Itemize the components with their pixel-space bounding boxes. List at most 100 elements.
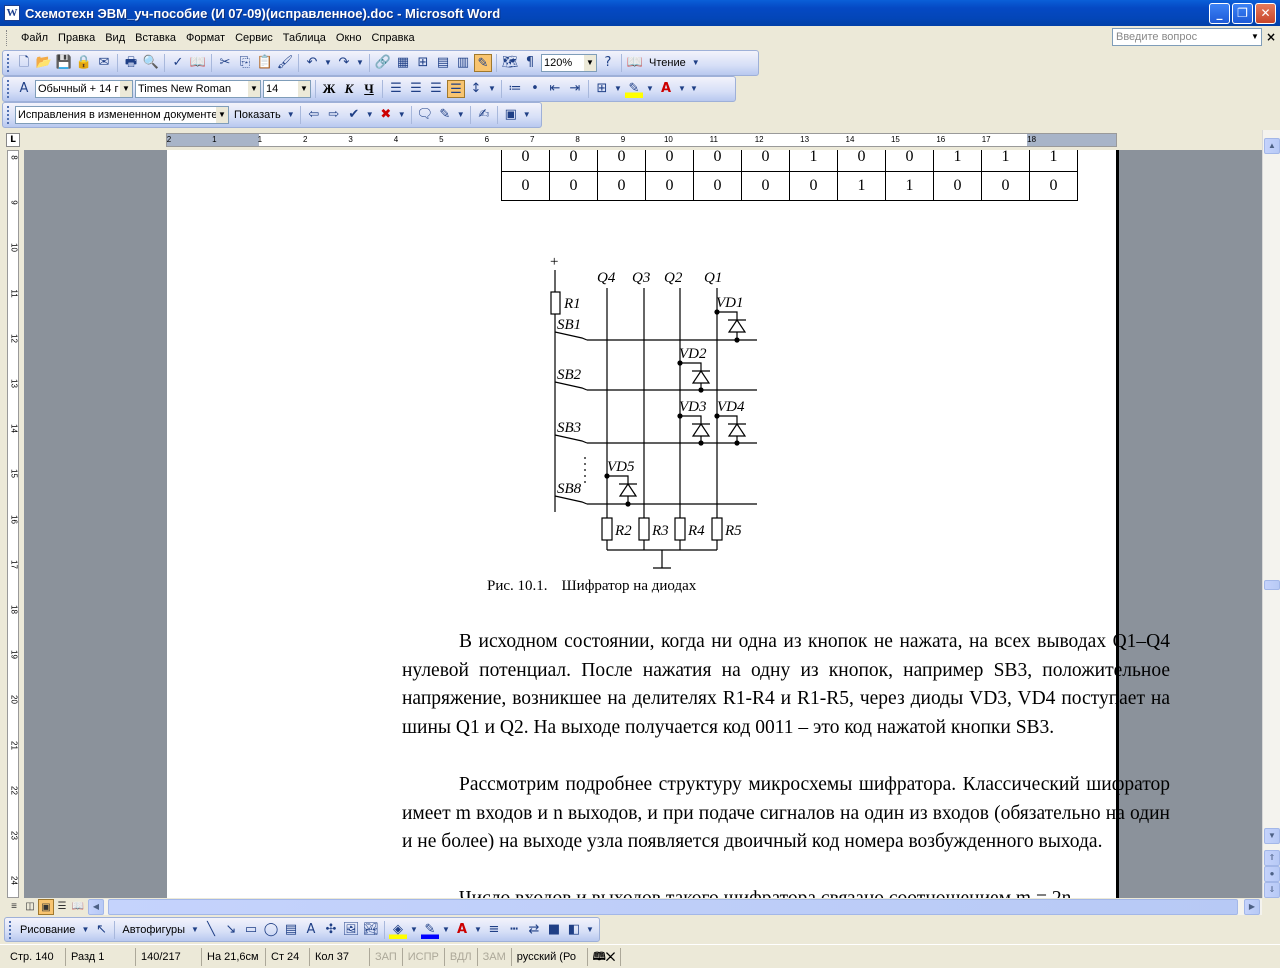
font-size-combo[interactable]: 14 ▼ [263, 80, 311, 98]
new-document-icon[interactable]: 🗋 [15, 54, 33, 72]
rectangle-icon[interactable]: ▭ [242, 921, 260, 939]
font-combo[interactable]: Times New Roman ▼ [135, 80, 261, 98]
tables-borders-icon[interactable]: ▦ [394, 54, 412, 72]
previous-page-button[interactable]: ⇑ [1264, 850, 1280, 866]
justify-icon[interactable]: ☰ [447, 80, 465, 98]
chevron-down-icon[interactable]: ▼ [584, 55, 596, 71]
toolbar-options-icon[interactable]: ▼ [522, 105, 532, 125]
permission-icon[interactable]: 🔒 [75, 54, 93, 72]
line-spacing-icon[interactable]: ↕ [467, 80, 485, 98]
borders-dropdown-icon[interactable]: ▼ [613, 79, 623, 99]
horizontal-ruler[interactable]: 2 1 1 2 3 4 5 6 7 8 9 10 11 12 13 14 15 16 17 18 [166, 133, 1117, 147]
print-layout-icon[interactable]: ▣ [38, 899, 54, 915]
zoom-combo[interactable]: 120% ▼ [541, 54, 597, 72]
chevron-down-icon[interactable]: ▼ [216, 107, 228, 123]
toolbar-grip[interactable] [9, 920, 12, 939]
line-color-icon[interactable]: ✎ [421, 920, 439, 939]
scroll-up-button[interactable]: ▲ [1264, 138, 1280, 154]
scroll-left-button[interactable]: ◀ [88, 899, 104, 915]
normal-view-icon[interactable]: ≡ [6, 899, 22, 915]
line-spacing-dropdown-icon[interactable]: ▼ [487, 79, 497, 99]
minimize-button[interactable]: _ [1209, 2, 1230, 24]
toolbar-options-icon[interactable]: ▼ [691, 53, 701, 73]
highlight-review-dropdown-icon[interactable]: ▼ [456, 105, 466, 125]
columns-icon[interactable]: ▥ [454, 54, 472, 72]
email-icon[interactable]: ✉ [95, 54, 113, 72]
align-center-icon[interactable]: ☰ [407, 80, 425, 98]
dash-style-icon[interactable]: ┅ [505, 921, 523, 939]
text-box-icon[interactable]: ▤ [282, 921, 300, 939]
spelling-status-icon[interactable]: 🕮✕ [588, 947, 622, 966]
display-for-review-combo[interactable]: Исправления в измененном документе ▼ [15, 106, 229, 124]
vertical-ruler[interactable]: 8 9 10 11 12 13 14 15 16 17 18 19 20 21 22 23 24 [0, 150, 24, 898]
hyperlink-icon[interactable]: 🔗 [374, 54, 392, 72]
autoshapes-button[interactable]: Автофигуры [119, 924, 188, 936]
outline-view-icon[interactable]: ☰ [54, 899, 70, 915]
status-language[interactable]: русский (Ро [512, 947, 588, 966]
status-track-changes[interactable]: ИСПР [403, 947, 445, 966]
font-color-dropdown-icon[interactable]: ▼ [677, 79, 687, 99]
diagram-icon[interactable]: ✣ [322, 921, 340, 939]
select-objects-icon[interactable]: ↖ [92, 921, 110, 939]
format-painter-icon[interactable]: 🖌 [276, 54, 294, 72]
status-record-macro[interactable]: ЗАП [370, 947, 403, 966]
undo-icon[interactable]: ↶ [303, 54, 321, 72]
chevron-down-icon[interactable]: ▼ [248, 81, 260, 97]
close-button[interactable]: ✕ [1255, 2, 1276, 24]
chevron-down-icon[interactable]: ▼ [298, 81, 310, 97]
autoshapes-dropdown-icon[interactable]: ▼ [190, 920, 200, 940]
show-menu-button[interactable]: Показать [231, 109, 284, 121]
line-icon[interactable]: ╲ [202, 921, 220, 939]
horizontal-scrollbar[interactable]: ◀ ▶ [88, 899, 1262, 915]
decrease-indent-icon[interactable]: ⇤ [546, 80, 564, 98]
fill-color-icon[interactable]: ◈ [389, 920, 407, 939]
menu-window[interactable]: Окно [331, 28, 367, 48]
scroll-down-button[interactable]: ▼ [1264, 828, 1280, 844]
ask-question-input[interactable]: Введите вопрос ▼ [1112, 28, 1262, 46]
show-formatting-icon[interactable]: ¶ [521, 54, 539, 72]
line-color-dropdown-icon[interactable]: ▼ [441, 920, 451, 940]
vertical-scroll-thumb[interactable] [1264, 580, 1280, 590]
copy-icon[interactable]: ⎘ [236, 54, 254, 72]
undo-dropdown-icon[interactable]: ▼ [323, 53, 333, 73]
cut-icon[interactable]: ✂ [216, 54, 234, 72]
oval-icon[interactable]: ◯ [262, 921, 280, 939]
borders-icon[interactable]: ⊞ [593, 80, 611, 98]
numbering-icon[interactable]: ≔ [506, 80, 524, 98]
paste-icon[interactable]: 📋 [256, 54, 274, 72]
insert-excel-icon[interactable]: ▤ [434, 54, 452, 72]
show-dropdown-icon[interactable]: ▼ [286, 105, 296, 125]
3d-style-icon[interactable]: ◧ [565, 921, 583, 939]
spelling-icon[interactable]: ✓ [169, 54, 187, 72]
bullets-icon[interactable]: • [526, 80, 544, 98]
next-change-icon[interactable]: ⇨ [325, 106, 343, 124]
redo-dropdown-icon[interactable]: ▼ [355, 53, 365, 73]
read-icon[interactable]: 📖 [626, 54, 644, 72]
tab-selector-button[interactable]: L [6, 133, 20, 147]
menubar-grip[interactable] [6, 30, 10, 46]
highlight-review-icon[interactable]: ✎ [436, 106, 454, 124]
font-color-icon[interactable]: A [657, 80, 675, 98]
menu-table[interactable]: Таблица [278, 28, 331, 48]
document-page[interactable]: 000000100111000000011000 + R1 Q4 Q3 Q2 Q… [167, 150, 1170, 898]
highlight-icon[interactable]: ✎ [625, 80, 643, 98]
word-app-icon[interactable]: W [4, 5, 20, 21]
styles-formatting-icon[interactable]: A [15, 80, 33, 98]
previous-change-icon[interactable]: ⇦ [305, 106, 323, 124]
menu-view[interactable]: Вид [100, 28, 130, 48]
highlight-dropdown-icon[interactable]: ▼ [645, 79, 655, 99]
line-style-icon[interactable]: ≡ [485, 921, 503, 939]
insert-table-icon[interactable]: ⊞ [414, 54, 432, 72]
open-folder-icon[interactable]: 📂 [35, 54, 53, 72]
arrow-style-icon[interactable]: ⇄ [525, 921, 543, 939]
menu-help[interactable]: Справка [366, 28, 419, 48]
accept-dropdown-icon[interactable]: ▼ [365, 105, 375, 125]
align-right-icon[interactable]: ☰ [427, 80, 445, 98]
status-overtype[interactable]: ЗАМ [478, 947, 512, 966]
chevron-down-icon[interactable]: ▼ [120, 81, 132, 97]
wordart-icon[interactable]: A [302, 921, 320, 939]
menu-tools[interactable]: Сервис [230, 28, 278, 48]
scroll-right-button[interactable]: ▶ [1244, 899, 1260, 915]
help-icon[interactable]: ? [599, 54, 617, 72]
style-combo[interactable]: Обычный + 14 г ▼ [35, 80, 133, 98]
